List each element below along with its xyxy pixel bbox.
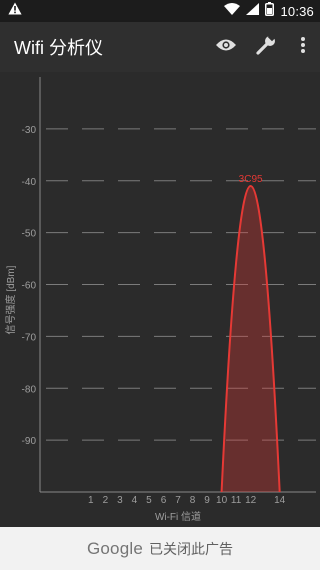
channel-graph-svg: -30-40-50-60-70-80-90 1 2 3 4 5 6 7 8 9 10 11 12 14 … <box>4 77 316 523</box>
channel-graph[interactable]: -30 -40 -50 -60 -70 -80 -90 1 2 3 4 5 6 7 8 9 10 11 12 14 … <box>0 72 320 527</box>
status-right: 10:36 <box>224 1 314 21</box>
wrench-icon <box>255 32 277 61</box>
ad-banner[interactable]: Google 已关闭此广告 <box>0 527 320 570</box>
x-tick-label: 1 <box>88 495 94 506</box>
status-left <box>8 2 22 20</box>
view-button[interactable] <box>206 22 246 72</box>
x-tick-label: 7 <box>175 495 181 506</box>
y-tick-label: -30 <box>22 125 37 136</box>
y-tick-label: -70 <box>22 332 37 343</box>
y-tick-label: -80 <box>22 384 37 395</box>
x-axis-title: Wi-Fi 信道 <box>155 510 201 523</box>
app-bar: Wifi 分析仪 <box>0 22 320 72</box>
eye-icon <box>215 38 237 57</box>
y-tick-labels: -30 -40 -50 -60 -70 -80 -90 <box>22 125 37 447</box>
x-tick-labels: 1 2 3 4 5 6 7 8 9 10 11 12 14 <box>88 495 286 506</box>
ad-brand: Google <box>86 538 144 558</box>
x-tick-label: 9 <box>204 495 210 506</box>
x-tick-label: 3 <box>117 495 123 506</box>
series-layer: 3C95 <box>220 174 281 493</box>
status-time: 10:36 <box>280 3 314 19</box>
app-title: Wifi 分析仪 <box>14 38 103 58</box>
warning-icon <box>8 2 22 20</box>
more-options-button[interactable] <box>286 22 320 72</box>
status-bar: 10:36 <box>0 0 320 22</box>
x-tick-label: 10 <box>216 495 228 506</box>
y-tick-label: -40 <box>22 177 37 188</box>
x-tick-label: 14 <box>274 495 286 506</box>
x-tick-label: 5 <box>146 495 152 506</box>
settings-button[interactable] <box>246 22 286 72</box>
ad-status-text: 已关闭此广告 <box>149 540 234 557</box>
y-tick-label: -50 <box>22 229 37 240</box>
x-tick-label: 8 <box>190 495 196 506</box>
x-tick-label: 6 <box>161 495 167 506</box>
x-tick-label: 4 <box>132 495 138 506</box>
signal-icon <box>246 2 260 20</box>
y-tick-label: -60 <box>22 281 37 292</box>
x-tick-label: 11 <box>231 495 242 506</box>
battery-icon <box>265 1 275 21</box>
app-actions <box>206 22 320 72</box>
y-tick-label: -90 <box>22 436 37 447</box>
x-tick-label: 2 <box>103 495 109 506</box>
y-axis-title: 信号强度 [dBm] <box>4 265 17 334</box>
series-label: 3C95 <box>239 174 263 185</box>
more-vert-icon <box>301 36 305 58</box>
wifi-icon <box>224 2 241 20</box>
x-tick-label: 12 <box>245 495 257 506</box>
